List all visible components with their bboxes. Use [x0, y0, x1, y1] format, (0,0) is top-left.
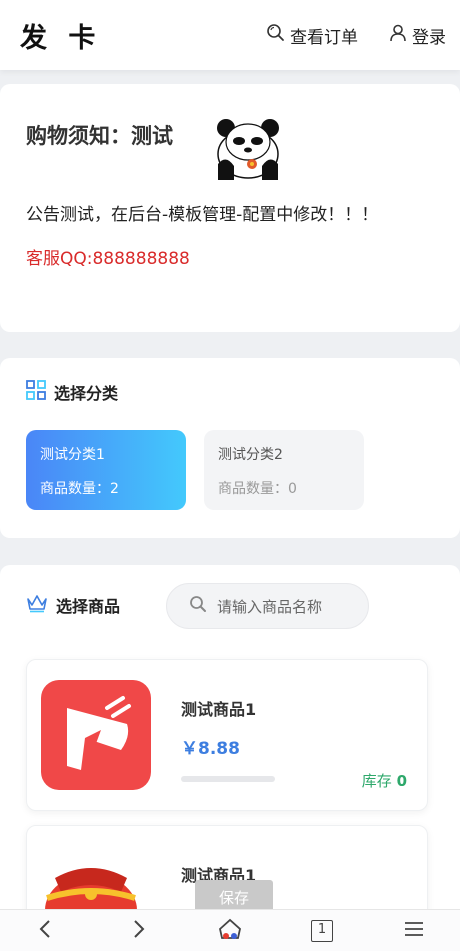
- back-icon: [33, 916, 59, 946]
- category-name: 测试分类2: [218, 447, 283, 463]
- tabs-button[interactable]: 1: [302, 911, 342, 951]
- panda-sticker-image: [217, 119, 279, 180]
- customer-service-qq: 客服QQ:888888888: [26, 249, 190, 269]
- user-icon: [388, 23, 408, 48]
- category-count: 商品数量：2: [40, 481, 119, 497]
- video-app-icon: [41, 680, 151, 790]
- notice-card: 购物须知：测试 公告测试，在后台-模板管理-配置中修改！！！ 客服QQ:8888…: [0, 84, 460, 332]
- stock-progress-bar: [181, 776, 275, 782]
- notice-title: 购物须知：测试: [26, 124, 173, 148]
- forward-icon: [125, 916, 151, 946]
- home-icon: [217, 916, 243, 946]
- top-header: 发 卡 查看订单 登录: [0, 0, 460, 70]
- header-links: 查看订单 登录: [266, 23, 446, 48]
- category-section-title: 选择分类: [26, 380, 118, 404]
- stock-label: 库存: [361, 772, 392, 790]
- search-icon: [189, 595, 207, 617]
- view-orders-link[interactable]: 查看订单: [266, 23, 358, 48]
- category-item-1[interactable]: 测试分类1 商品数量：2: [26, 430, 186, 510]
- category-item-2[interactable]: 测试分类2 商品数量：0: [204, 430, 364, 510]
- category-card: 选择分类 测试分类1 商品数量：2 测试分类2 商品数量：0: [0, 358, 460, 538]
- forward-button[interactable]: [118, 911, 158, 951]
- back-button[interactable]: [26, 911, 66, 951]
- product-stock: 库存 0: [362, 770, 407, 791]
- search-placeholder: 请输入商品名称: [217, 597, 323, 616]
- menu-button[interactable]: [394, 911, 434, 951]
- stock-value: 0: [396, 772, 407, 790]
- crown-icon: [26, 593, 48, 617]
- menu-icon: [401, 916, 427, 946]
- browser-bottom-bar: 1: [0, 909, 460, 951]
- category-count: 商品数量：0: [218, 481, 297, 497]
- category-name: 测试分类1: [40, 447, 105, 463]
- login-link[interactable]: 登录: [388, 23, 446, 48]
- product-price: ￥8.88: [181, 739, 240, 759]
- home-button[interactable]: [210, 911, 250, 951]
- category-title-label: 选择分类: [54, 384, 119, 403]
- product-search-input[interactable]: 请输入商品名称: [166, 583, 369, 629]
- site-logo[interactable]: 发 卡: [20, 16, 101, 55]
- product-item-1[interactable]: 测试商品1 ￥8.88 库存 0: [26, 659, 428, 811]
- category-icon: [26, 380, 46, 404]
- tabs-icon: 1: [311, 919, 333, 942]
- notice-text: 公告测试，在后台-模板管理-配置中修改！！！: [26, 205, 379, 225]
- login-label: 登录: [412, 27, 446, 48]
- product-section-title: 选择商品: [26, 593, 120, 617]
- search-icon: [266, 23, 286, 48]
- view-orders-label: 查看订单: [290, 27, 358, 48]
- product-name: 测试商品1: [181, 700, 257, 719]
- notice-title-row: 购物须知：测试: [26, 120, 173, 150]
- product-title-label: 选择商品: [56, 597, 121, 616]
- tab-count: 1: [317, 921, 327, 937]
